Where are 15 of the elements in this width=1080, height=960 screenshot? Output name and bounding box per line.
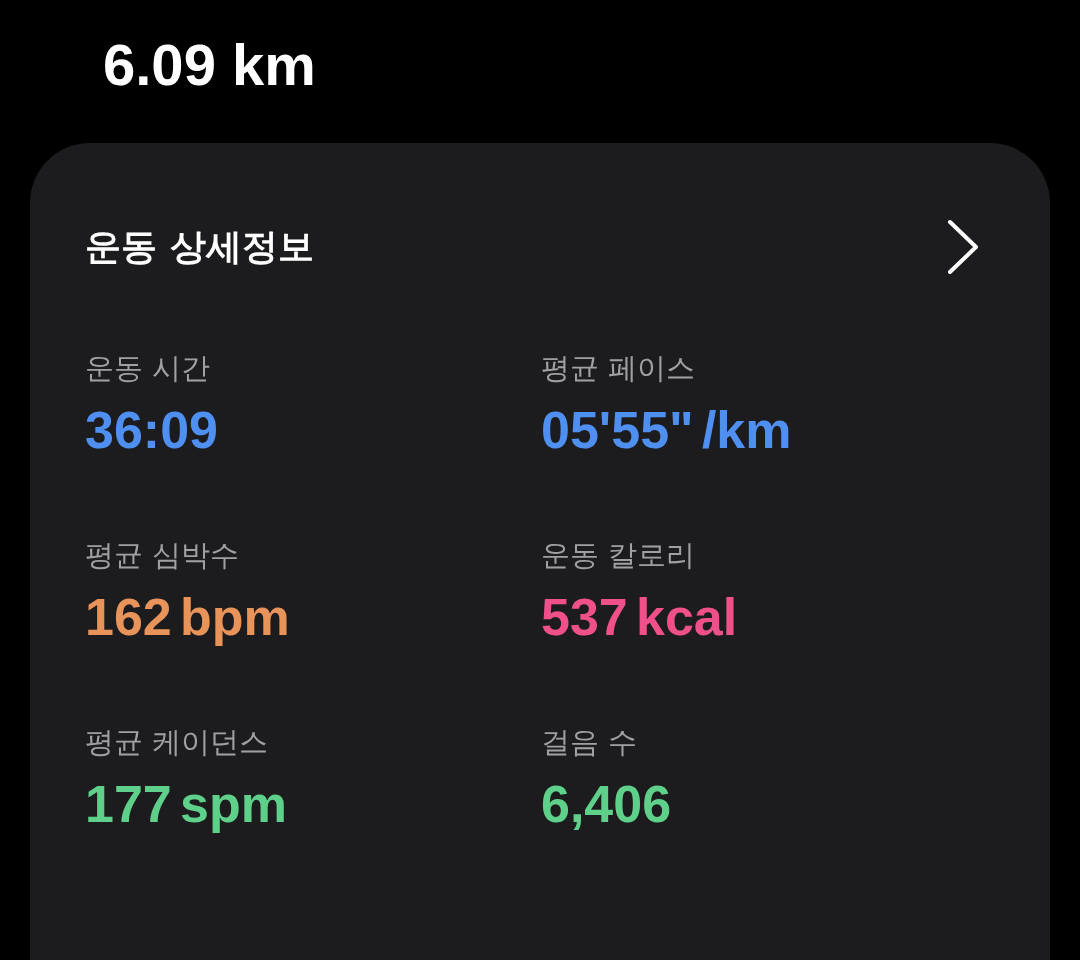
metric-value: 05'55" /km	[541, 400, 792, 460]
metric-label: 평균 페이스	[541, 350, 696, 387]
metric-value: 177 spm	[85, 774, 287, 834]
metric-label: 운동 칼로리	[541, 537, 696, 574]
chevron-right-icon[interactable]	[946, 219, 980, 275]
metric-value: 6,406	[541, 774, 672, 834]
metric-value: 537 kcal	[541, 587, 738, 647]
metric-value: 162 bpm	[85, 587, 290, 647]
distance-value: 6.09 km	[103, 31, 316, 99]
metric-value: 36:09	[85, 400, 218, 460]
card-title: 운동 상세정보	[85, 225, 314, 269]
metric-label: 걸음 수	[541, 724, 638, 761]
metric-label: 평균 심박수	[85, 537, 240, 574]
metric-label: 운동 시간	[85, 350, 211, 387]
metric-label: 평균 케이던스	[85, 724, 269, 761]
